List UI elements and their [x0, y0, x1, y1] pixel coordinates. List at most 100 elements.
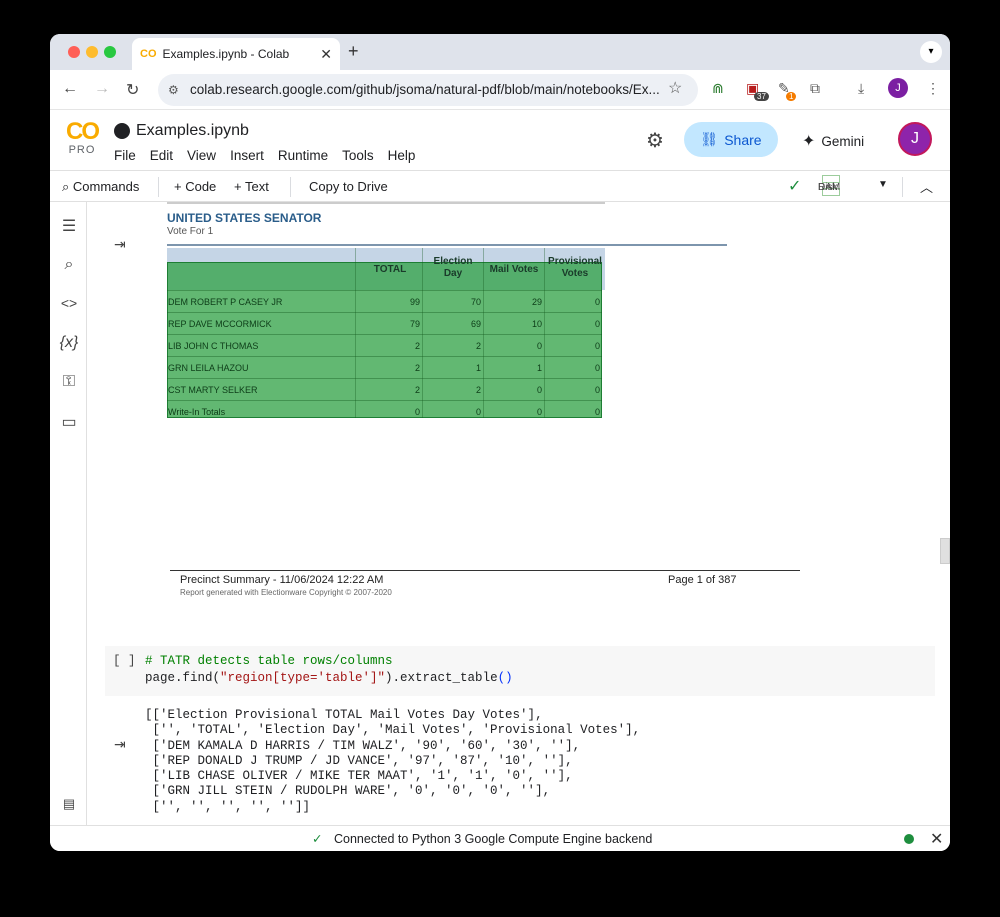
close-status-icon[interactable]: ✕: [930, 829, 943, 849]
pdf-footer-page: Page 1 of 387: [668, 574, 737, 586]
cell-value: 0: [536, 341, 542, 351]
extensions-puzzle-icon[interactable]: ⧉: [810, 80, 820, 97]
notebook-title-text: Examples.ipynb: [136, 122, 249, 139]
settings-gear-icon[interactable]: ⚙: [646, 128, 664, 153]
tab-search-icon[interactable]: ▾: [920, 41, 942, 63]
output-line: ['GRN JILL STEIN / RUDOLPH WARE', '0', '…: [145, 784, 551, 799]
ram-disk-indicator[interactable]: RAM Disk: [818, 173, 840, 199]
runtime-dropdown-icon[interactable]: ▼: [878, 179, 888, 190]
cell-value: 0: [594, 341, 600, 351]
variables-icon[interactable]: {x}: [59, 334, 79, 352]
browser-window: CO Examples.ipynb - Colab ✕ + ▾ ← → ↻ ⚙ …: [50, 34, 950, 851]
cell-value: 10: [531, 319, 542, 329]
close-tab-icon[interactable]: ✕: [320, 46, 332, 63]
menu-insert[interactable]: Insert: [230, 148, 264, 163]
find-replace-icon[interactable]: ⌕: [59, 256, 79, 274]
gemini-sparkle-icon: ✦: [802, 133, 816, 150]
status-bar: ✓ Connected to Python 3 Google Compute E…: [50, 825, 950, 851]
colab-logo-mark: CO: [66, 118, 100, 145]
output-line: ['DEM KAMALA D HARRIS / TIM WALZ', '90',…: [145, 738, 581, 753]
cell-value: 0: [536, 385, 542, 395]
colab-header: CO PRO Examples.ipynb File Edit View Ins…: [50, 110, 950, 170]
gemini-button[interactable]: ✦ Gemini: [802, 131, 864, 151]
cell-value: 2: [475, 385, 481, 395]
commands-button[interactable]: ⌕ Commands: [62, 179, 139, 195]
pdf-rule: [167, 244, 727, 246]
menu-tools[interactable]: Tools: [342, 148, 374, 163]
menu-edit[interactable]: Edit: [150, 148, 173, 163]
divider: [902, 177, 903, 197]
divider: [158, 177, 159, 197]
output-line: ['', '', '', '', '']]: [145, 799, 311, 814]
bookmark-star-icon[interactable]: ☆: [668, 78, 682, 98]
menu-bar: File Edit View Insert Runtime Tools Help: [114, 148, 415, 163]
cell-value: 0: [594, 385, 600, 395]
back-arrow-icon[interactable]: ←: [62, 80, 78, 98]
pdf-subheading: Vote For 1: [167, 226, 214, 237]
cell-value: 1: [475, 363, 481, 373]
files-folder-icon[interactable]: ▭: [59, 412, 79, 432]
disk-label: Disk: [818, 182, 838, 193]
pdf-footer-rule: [170, 570, 800, 571]
collapse-toolbar-icon[interactable]: ︿: [920, 177, 933, 196]
notebook-title[interactable]: Examples.ipynb: [114, 122, 249, 140]
code-string: "region[type='table']": [220, 671, 386, 685]
cell-value: 2: [414, 385, 420, 395]
close-window-button[interactable]: [68, 46, 80, 58]
output-line: ['', 'TOTAL', 'Election Day', 'Mail Vote…: [145, 723, 641, 738]
menu-view[interactable]: View: [187, 148, 216, 163]
site-settings-icon[interactable]: ⚙: [168, 74, 179, 106]
menu-file[interactable]: File: [114, 148, 136, 163]
copy-to-drive-button[interactable]: Copy to Drive: [309, 179, 388, 194]
terminal-icon[interactable]: ▤: [59, 796, 79, 812]
output-toggle-icon[interactable]: ⇥: [114, 736, 126, 753]
address-bar[interactable]: ⚙ colab.research.google.com/github/jsoma…: [158, 74, 698, 106]
minimize-window-button[interactable]: [86, 46, 98, 58]
table-row: GRN LEILA HAZOU 2 1 1 0: [167, 356, 602, 378]
left-sidebar: ☰ ⌕ <> {x} ⚿ ▭ ▤: [50, 202, 87, 825]
add-code-button[interactable]: + Code: [174, 179, 216, 194]
forward-arrow-icon[interactable]: →: [94, 80, 110, 98]
new-tab-icon[interactable]: +: [348, 41, 359, 62]
code-snippets-icon[interactable]: <>: [59, 295, 79, 311]
menu-runtime[interactable]: Runtime: [278, 148, 328, 163]
status-text: Connected to Python 3 Google Compute Eng…: [334, 832, 653, 846]
browser-tab[interactable]: CO Examples.ipynb - Colab ✕: [132, 38, 340, 70]
extension-rainbow-icon[interactable]: ⋒: [712, 80, 724, 97]
code-comment: # TATR detects table rows/columns: [145, 654, 393, 668]
output-scrollbar[interactable]: [940, 538, 950, 564]
share-label: Share: [724, 131, 762, 148]
output-toggle-icon[interactable]: ⇥: [114, 236, 126, 253]
colab-logo[interactable]: CO PRO: [62, 118, 102, 157]
add-text-button[interactable]: + Text: [234, 179, 269, 194]
plan-label: PRO: [68, 144, 96, 156]
link-icon: ⛓: [700, 131, 719, 147]
cell-value: 1: [536, 363, 542, 373]
connected-check-icon: ✓: [788, 178, 802, 195]
candidate-name: REP DAVE MCCORMICK: [168, 319, 272, 329]
code-parens: (): [497, 671, 513, 685]
browser-menu-icon[interactable]: ⋮: [926, 80, 940, 97]
extension-badge: 1: [786, 92, 797, 101]
code-line: page.find("region[type='table']").extrac…: [145, 671, 513, 685]
download-icon[interactable]: ⤓: [858, 80, 864, 97]
table-of-contents-icon[interactable]: ☰: [59, 216, 79, 236]
profile-avatar[interactable]: J: [888, 78, 908, 98]
run-cell-button[interactable]: [ ]: [113, 654, 136, 668]
code-cell[interactable]: [ ] # TATR detects table rows/columns pa…: [105, 646, 935, 696]
table-row: LIB JOHN C THOMAS 2 2 0 0: [167, 334, 602, 356]
col-header-mail-votes: Mail Votes: [489, 264, 539, 275]
cell-value: 29: [531, 297, 542, 307]
output-line: ['REP DONALD J TRUMP / JD VANCE', '97', …: [145, 753, 573, 768]
share-button[interactable]: ⛓ Share: [684, 122, 778, 157]
reload-icon[interactable]: ↻: [126, 80, 139, 100]
cell-value: 0: [594, 319, 600, 329]
pdf-top-rule: [167, 202, 605, 204]
pdf-heading: UNITED STATES SENATOR: [167, 211, 322, 225]
maximize-window-button[interactable]: [104, 46, 116, 58]
connection-status-dot: [904, 834, 914, 844]
table-row: Write-In Totals 0 0 0 0: [167, 400, 602, 418]
account-avatar[interactable]: J: [898, 122, 932, 156]
secrets-key-icon[interactable]: ⚿: [59, 373, 79, 391]
menu-help[interactable]: Help: [388, 148, 416, 163]
